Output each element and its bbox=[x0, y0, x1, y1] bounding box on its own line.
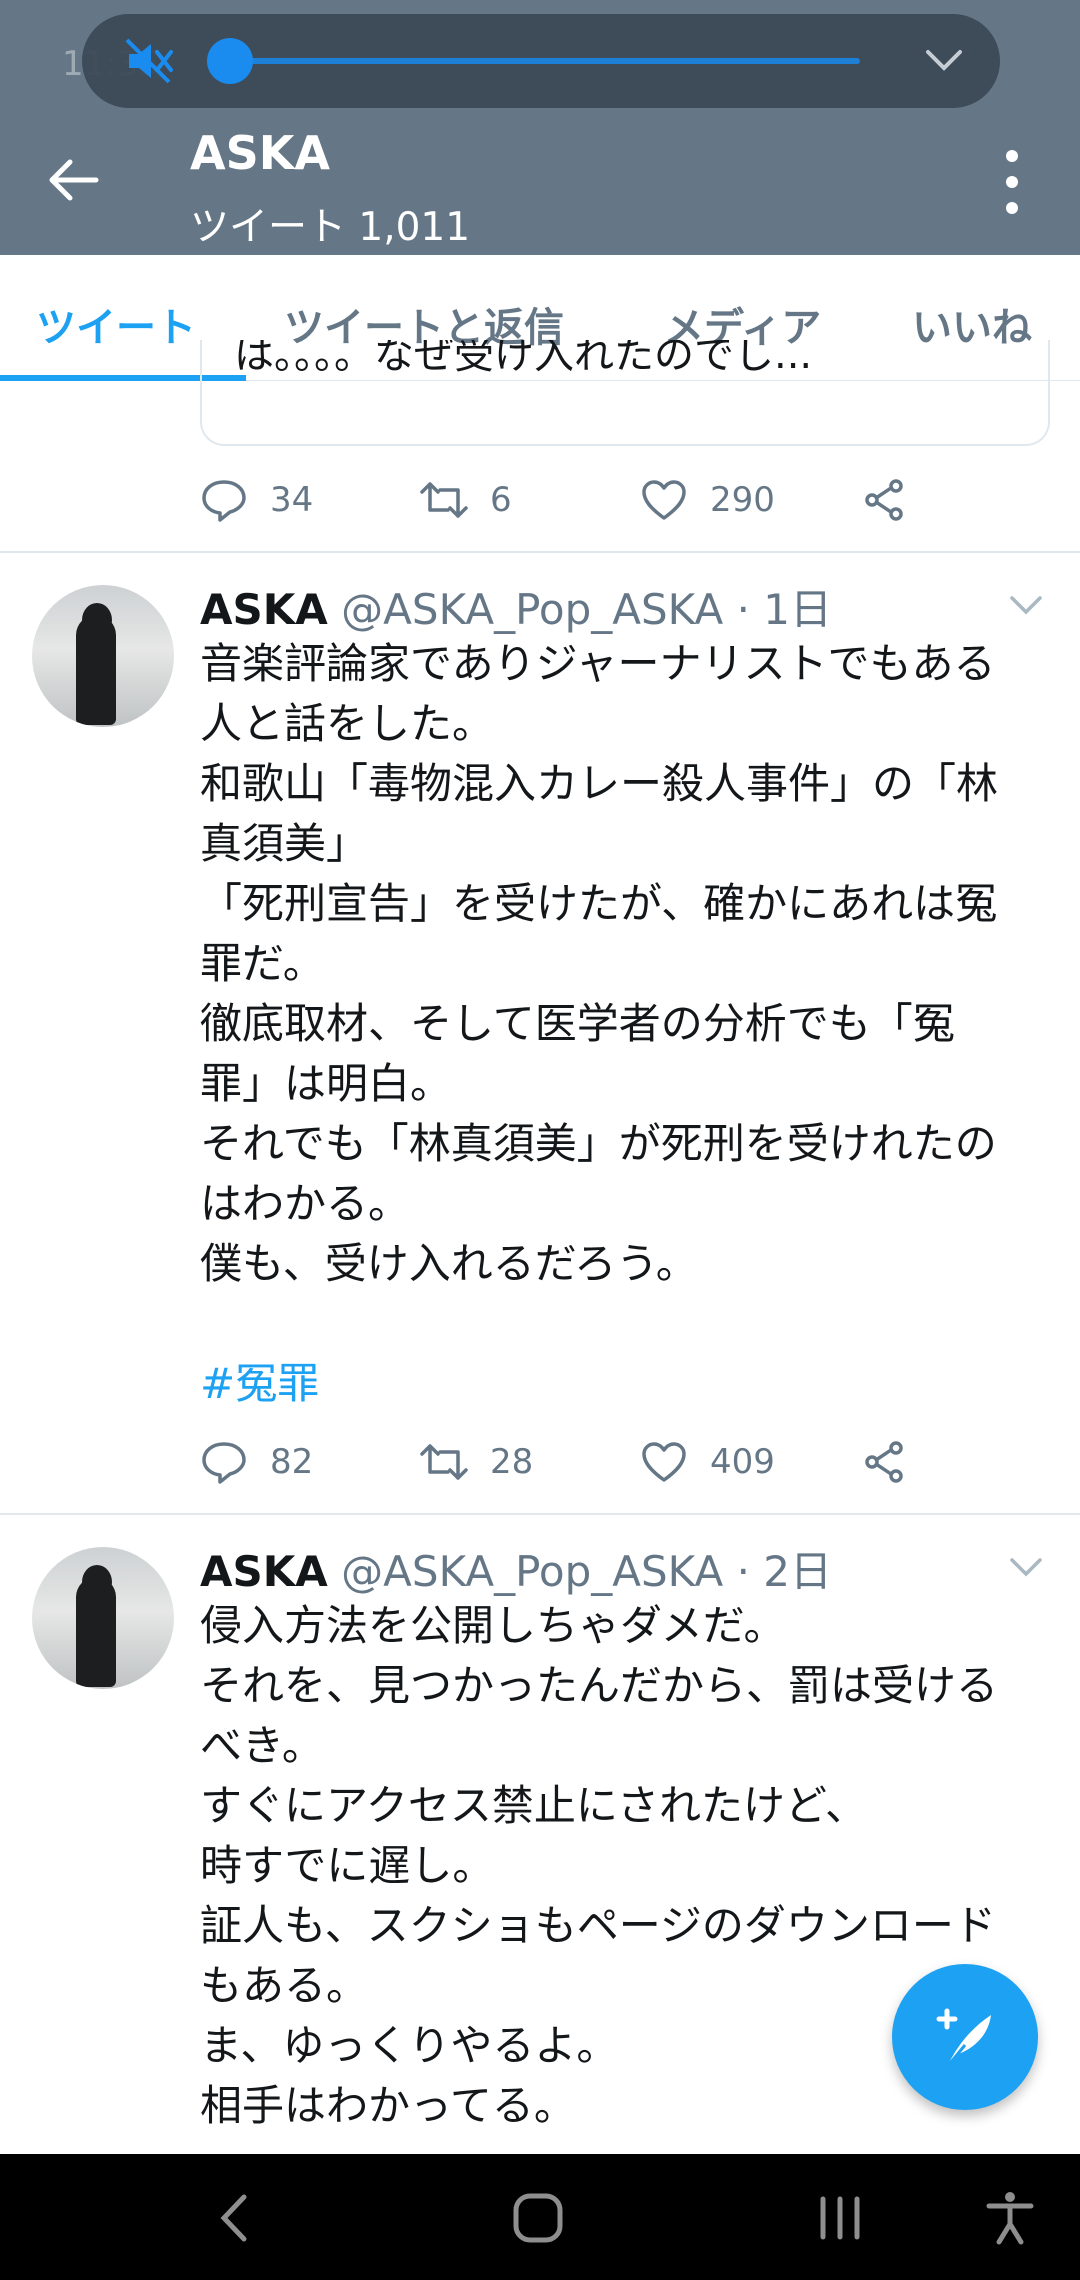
like-button[interactable]: 409 bbox=[640, 1432, 775, 1492]
tweet-line: 証人も、スクショもページのダウンロード bbox=[200, 1901, 996, 1950]
retweet-button[interactable]: 28 bbox=[420, 1432, 533, 1492]
tweet-line: すぐにアクセス禁止にされたけど、 bbox=[200, 1781, 867, 1830]
tweet-line: 僕も、受け入れるだろう。 bbox=[200, 1239, 698, 1288]
dot-icon bbox=[1006, 176, 1018, 188]
tweet-text: 音楽評論家でありジャーナリストでもある 人と話をした。 和歌山「毒物混入カレー殺… bbox=[200, 634, 1050, 1414]
tweet-divider bbox=[0, 1513, 1080, 1515]
tweet-line: はわかる。 bbox=[200, 1179, 411, 1228]
nav-recent-apps-button[interactable] bbox=[810, 2188, 870, 2248]
home-square-icon bbox=[513, 2193, 563, 2243]
tweet-line: 侵入方法を公開しちゃダメだ。 bbox=[200, 1601, 786, 1650]
compose-feather-icon bbox=[936, 2008, 991, 2068]
tab-tweets[interactable]: ツイート bbox=[36, 295, 196, 353]
avatar[interactable] bbox=[32, 1547, 174, 1689]
like-count: 409 bbox=[710, 1442, 775, 1482]
tweet-actions: 82 28 409 bbox=[200, 1432, 920, 1492]
chevron-down-icon[interactable] bbox=[1006, 1552, 1046, 1582]
like-count: 290 bbox=[710, 480, 775, 520]
reply-button[interactable]: 82 bbox=[200, 1432, 313, 1492]
hashtag-link[interactable]: #冤罪 bbox=[200, 1354, 1050, 1414]
retweet-count: 28 bbox=[490, 1442, 534, 1482]
volume-slider-handle[interactable] bbox=[207, 38, 253, 84]
chevron-down-icon[interactable] bbox=[922, 42, 966, 78]
share-icon bbox=[865, 479, 903, 521]
system-navigation-bar bbox=[0, 2154, 1080, 2280]
tweet-divider bbox=[0, 551, 1080, 553]
volume-track[interactable] bbox=[230, 58, 860, 64]
tweet-author-name[interactable]: ASKA bbox=[200, 1547, 328, 1596]
like-button[interactable]: 290 bbox=[640, 470, 775, 530]
profile-name: ASKA bbox=[190, 126, 330, 180]
tweet-header: ASKA @ASKA_Pop_ASKA · 1日 bbox=[200, 576, 832, 637]
tweet-line: それを、見つかったんだから、罰は受ける bbox=[200, 1661, 999, 1710]
accessibility-icon bbox=[986, 2192, 1034, 2245]
tweet-line: 和歌山「毒物混入カレー殺人事件」の「林 bbox=[200, 759, 999, 808]
retweet-count: 6 bbox=[490, 480, 512, 520]
recent-apps-icon bbox=[820, 2196, 860, 2240]
reply-count: 82 bbox=[270, 1442, 314, 1482]
share-icon bbox=[865, 1441, 903, 1483]
quoted-tweet-text: は。。。。なぜ受け入れたのでし... bbox=[234, 340, 813, 378]
share-button[interactable] bbox=[860, 1432, 908, 1492]
tweet-line: べき。 bbox=[200, 1721, 324, 1770]
tweet-line: 罪だ。 bbox=[200, 939, 325, 988]
retweet-icon bbox=[420, 482, 468, 518]
tweet-line: 時すでに遅し。 bbox=[200, 1841, 495, 1890]
back-button[interactable] bbox=[44, 150, 104, 210]
mute-icon[interactable] bbox=[125, 38, 175, 84]
tweet-line: 真須美」 bbox=[200, 819, 369, 868]
dot-icon bbox=[1006, 202, 1018, 214]
tweet-handle-time: @ASKA_Pop_ASKA · 1日 bbox=[341, 585, 832, 634]
tweet-actions: 34 6 290 bbox=[200, 470, 920, 530]
tweet-header: ASKA @ASKA_Pop_ASKA · 2日 bbox=[200, 1538, 832, 1599]
heart-icon bbox=[642, 1442, 686, 1482]
avatar[interactable] bbox=[32, 585, 174, 727]
reply-icon bbox=[202, 1442, 246, 1484]
tweet-line: それでも「林真須美」が死刑を受けれたの bbox=[200, 1119, 997, 1168]
nav-back-button[interactable] bbox=[204, 2188, 264, 2248]
arrow-left-icon bbox=[49, 159, 99, 201]
share-button[interactable] bbox=[860, 470, 908, 530]
retweet-button[interactable]: 6 bbox=[420, 470, 512, 530]
tweet-line: 音楽評論家でありジャーナリストでもある bbox=[200, 639, 996, 688]
retweet-icon bbox=[420, 1444, 468, 1480]
reply-count: 34 bbox=[270, 480, 314, 520]
reply-icon bbox=[202, 480, 246, 522]
tweet-line: 罪」は明白。 bbox=[200, 1059, 453, 1108]
nav-accessibility-button[interactable] bbox=[980, 2188, 1040, 2248]
tweet-line: 人と話をした。 bbox=[200, 699, 495, 748]
heart-icon bbox=[642, 480, 686, 520]
tweet-author-name[interactable]: ASKA bbox=[200, 585, 328, 634]
more-options-button[interactable] bbox=[990, 150, 1034, 214]
reply-button[interactable]: 34 bbox=[200, 470, 313, 530]
chevron-left-icon bbox=[220, 2194, 247, 2242]
quoted-tweet-card[interactable]: は。。。。なぜ受け入れたのでし... bbox=[200, 340, 1050, 446]
dot-icon bbox=[1006, 150, 1018, 162]
tweet-handle-time: @ASKA_Pop_ASKA · 2日 bbox=[341, 1547, 832, 1596]
tweet-line: 徹底取材、そして医学者の分析でも「冤 bbox=[200, 999, 955, 1048]
chevron-down-icon[interactable] bbox=[1006, 590, 1046, 620]
tweet-count: ツイート 1,011 bbox=[190, 205, 471, 250]
nav-home-button[interactable] bbox=[508, 2188, 568, 2248]
tweet-line: 「死刑宣告」を受けたが、確かにあれは冤 bbox=[200, 879, 998, 928]
compose-tweet-button[interactable] bbox=[892, 1964, 1038, 2110]
